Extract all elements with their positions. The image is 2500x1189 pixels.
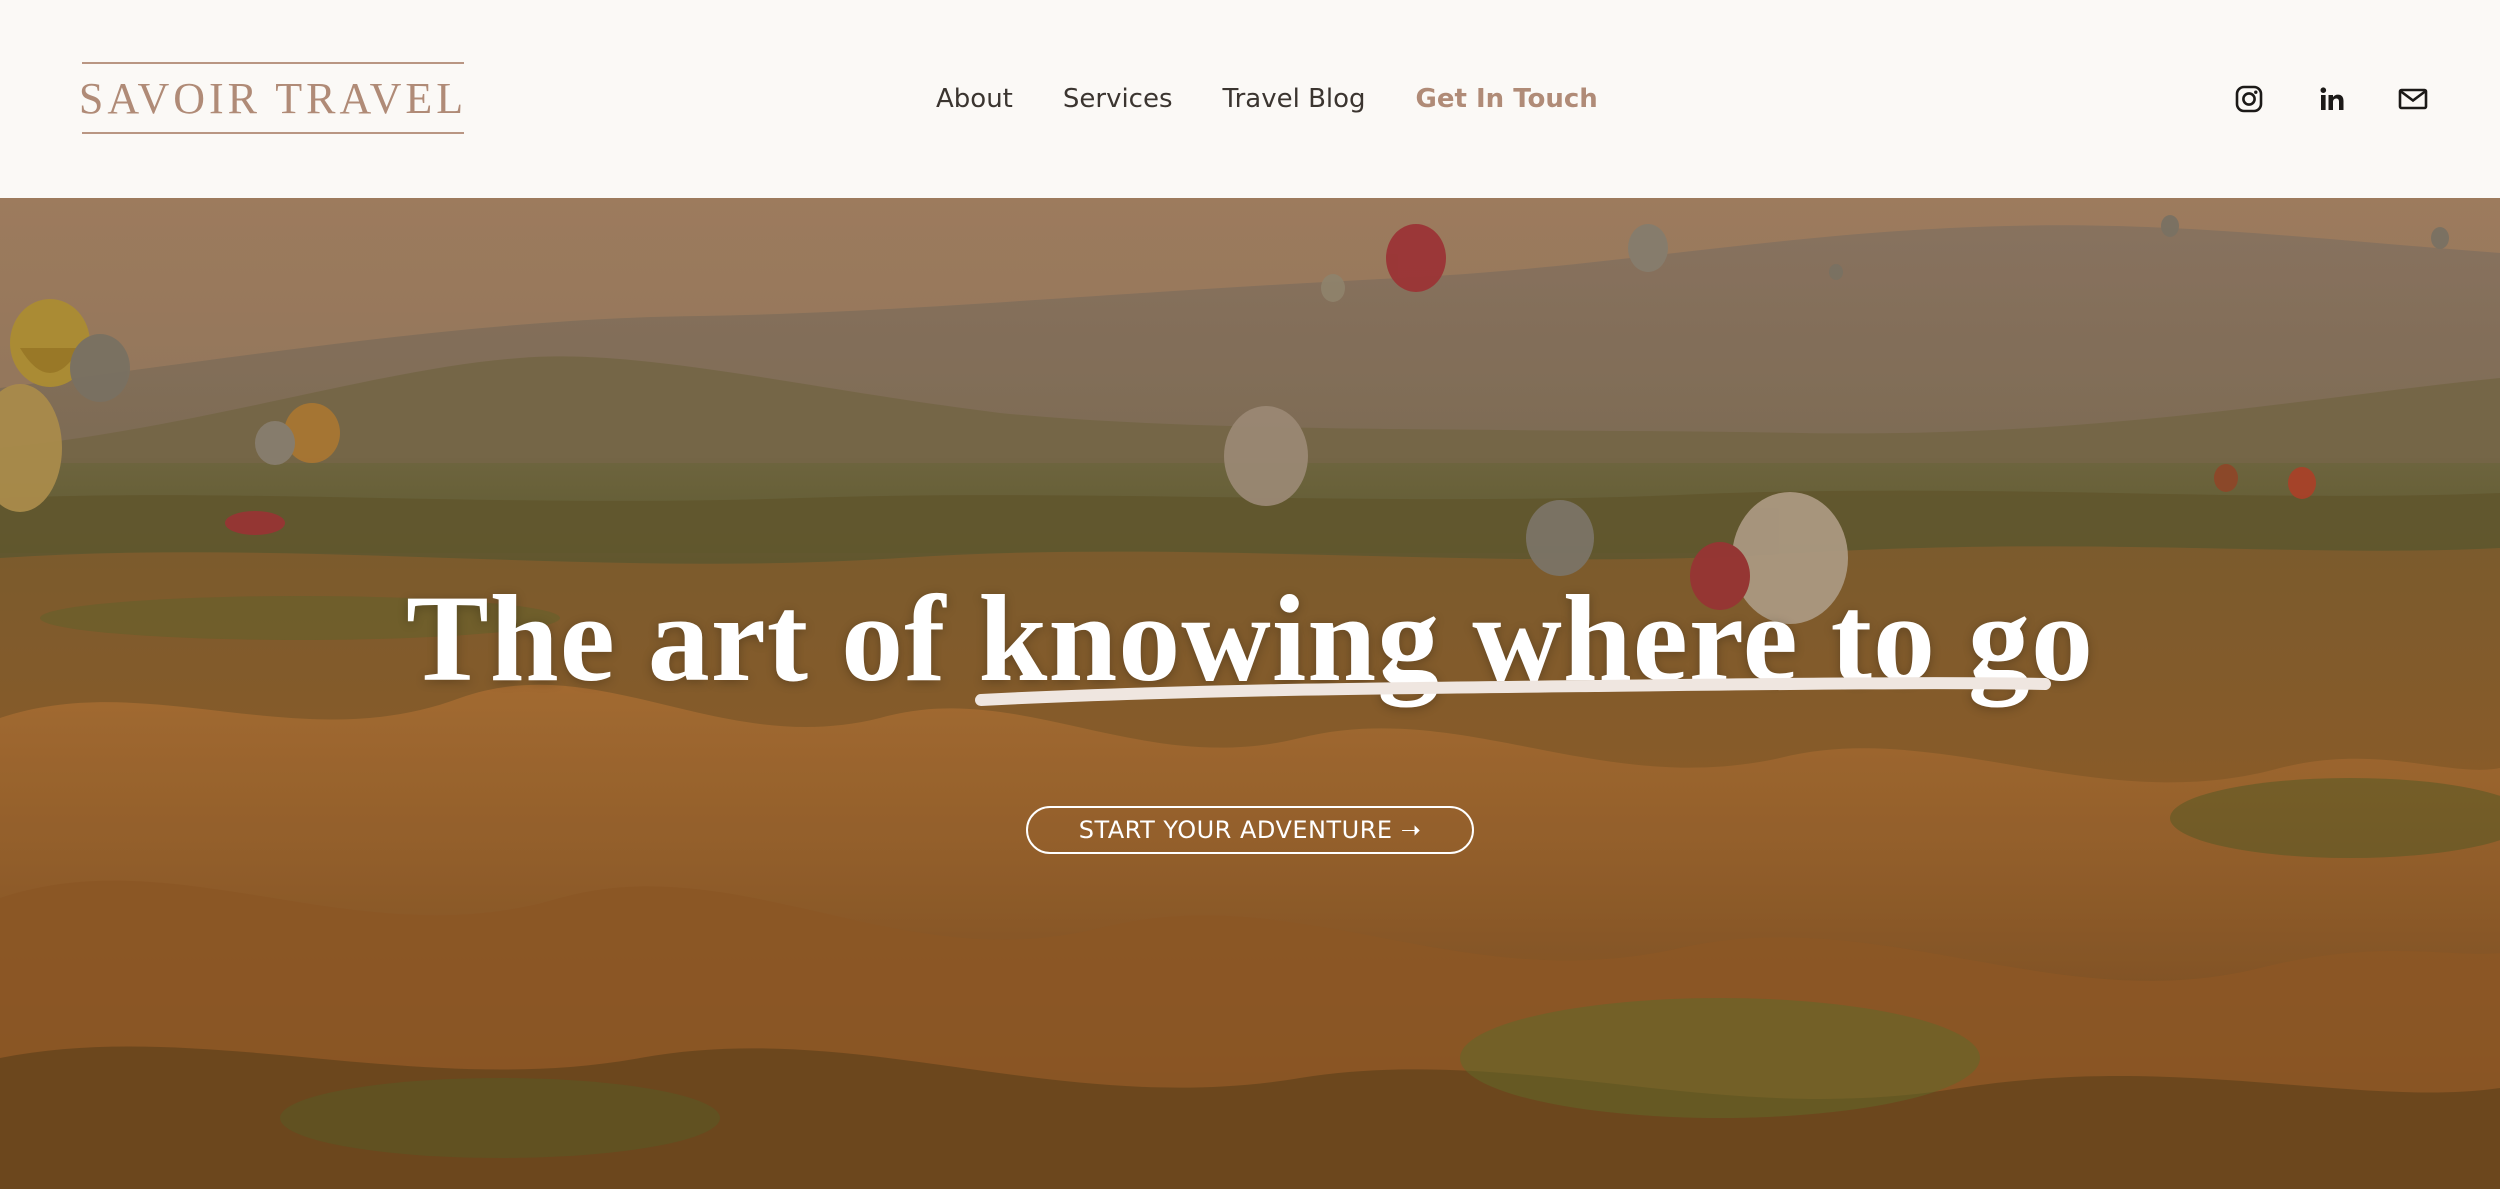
nav-about-link[interactable]: About [936,84,1013,114]
nav-travel-blog-link[interactable]: Travel Blog [1223,84,1366,114]
hero-section: The art of knowing where to go START YOU… [0,198,2500,1189]
linkedin-icon[interactable] [2313,80,2351,118]
mail-icon[interactable] [2394,80,2432,118]
nav-get-in-touch-link[interactable]: Get In Touch [1416,84,1598,114]
main-nav: About Services Travel Blog Get In Touch [936,78,1598,120]
brand-name: SAVOIR TRAVEL [78,73,468,123]
site-header: SAVOIR TRAVEL About Services Travel Blog… [0,0,2500,198]
instagram-icon[interactable] [2230,80,2268,118]
nav-services-link[interactable]: Services [1063,84,1173,114]
start-adventure-button[interactable]: START YOUR ADVENTURE ➝ [1026,806,1474,854]
brand-logo[interactable]: SAVOIR TRAVEL [78,62,468,134]
brush-underline [975,677,2051,706]
